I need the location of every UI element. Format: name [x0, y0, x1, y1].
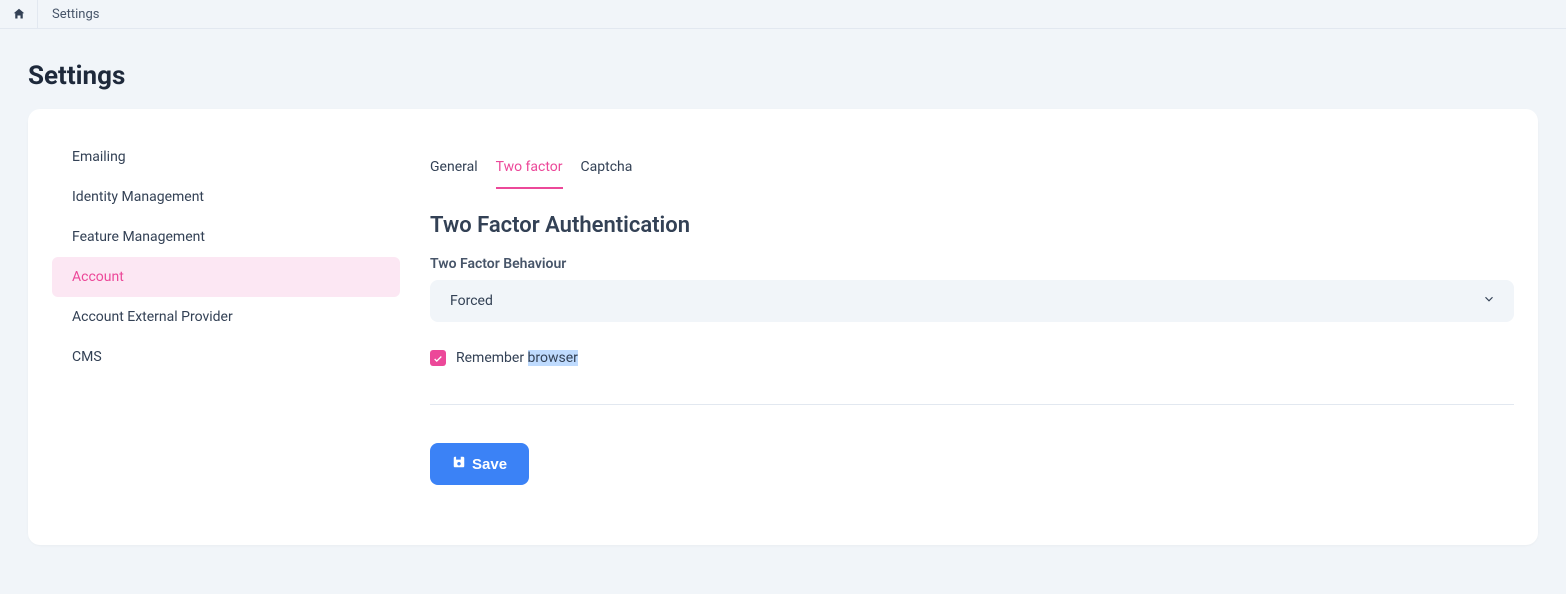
tab-general[interactable]: General: [430, 159, 478, 189]
section-title: Two Factor Authentication: [430, 213, 1514, 238]
sidebar-item-feature-management[interactable]: Feature Management: [52, 217, 400, 257]
save-icon: [452, 455, 466, 473]
page-header: Settings: [0, 29, 1566, 109]
breadcrumb-home[interactable]: [0, 0, 38, 29]
tab-captcha[interactable]: Captcha: [581, 159, 633, 189]
save-button[interactable]: Save: [430, 443, 529, 485]
page-title: Settings: [28, 61, 1538, 91]
divider: [430, 404, 1514, 405]
two-factor-behaviour-label: Two Factor Behaviour: [430, 256, 1514, 272]
tab-two-factor[interactable]: Two factor: [496, 159, 563, 189]
save-button-label: Save: [472, 456, 507, 473]
remember-browser-row: Remember browser: [430, 350, 1514, 366]
settings-sidebar: Emailing Identity Management Feature Man…: [52, 137, 400, 485]
remember-label-highlight: browser: [528, 350, 578, 366]
sidebar-item-account[interactable]: Account: [52, 257, 400, 297]
sidebar-item-identity-management[interactable]: Identity Management: [52, 177, 400, 217]
home-icon: [13, 5, 25, 24]
remember-browser-label[interactable]: Remember browser: [456, 350, 578, 366]
remember-browser-checkbox[interactable]: [430, 350, 446, 366]
select-value: Forced: [450, 293, 493, 309]
sidebar-item-cms[interactable]: CMS: [52, 337, 400, 377]
tabs: General Two factor Captcha: [430, 159, 1514, 189]
two-factor-behaviour-select[interactable]: Forced: [430, 280, 1514, 322]
settings-main: General Two factor Captcha Two Factor Au…: [430, 137, 1514, 485]
check-icon: [433, 349, 443, 368]
sidebar-item-emailing[interactable]: Emailing: [52, 137, 400, 177]
breadcrumb-bar: Settings: [0, 0, 1566, 29]
chevron-down-icon: [1482, 292, 1496, 310]
breadcrumb-item-settings[interactable]: Settings: [38, 7, 113, 22]
settings-card: Emailing Identity Management Feature Man…: [28, 109, 1538, 545]
remember-label-prefix: Remember: [456, 350, 528, 366]
sidebar-item-account-external-provider[interactable]: Account External Provider: [52, 297, 400, 337]
